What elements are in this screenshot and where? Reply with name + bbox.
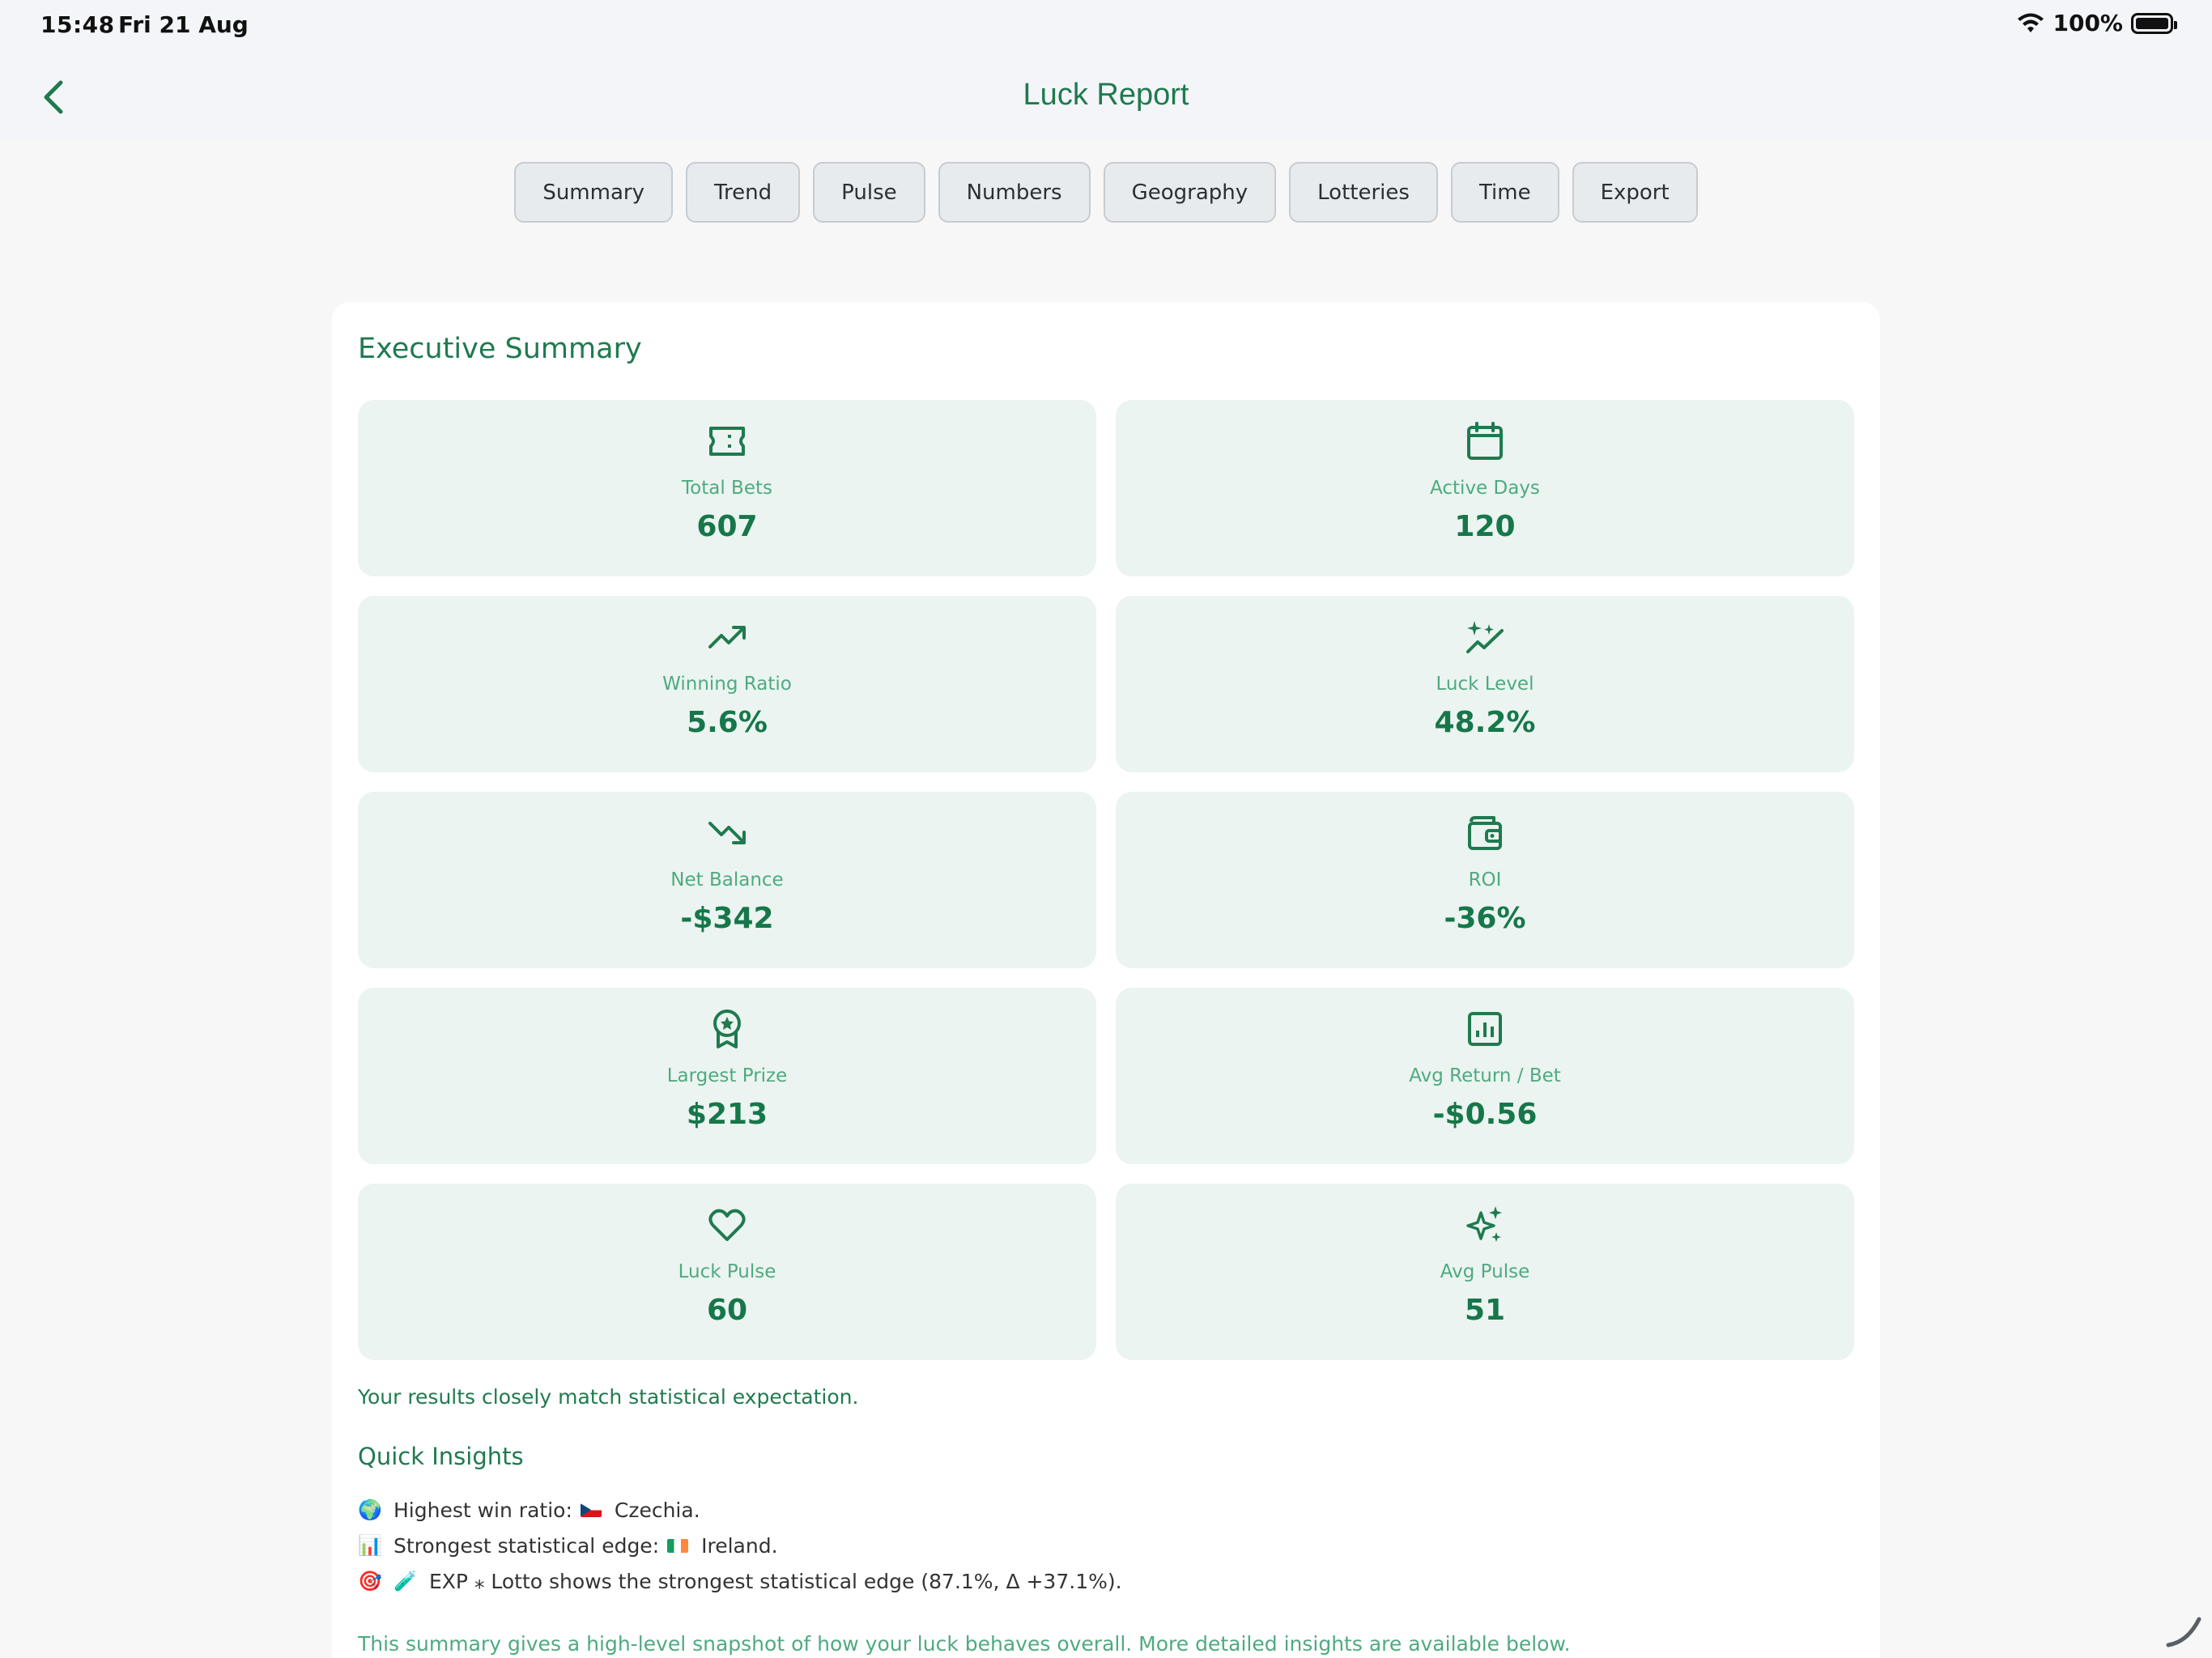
czech-flag-icon	[580, 1503, 602, 1517]
irish-flag-icon	[667, 1538, 689, 1553]
metric-value: -$342	[680, 902, 774, 935]
metric-label: Active Days	[1430, 478, 1540, 499]
metrics-grid: Total Bets 607 Active Days 120 Winning R…	[358, 400, 1854, 1360]
bar-chart-icon	[1465, 1009, 1505, 1049]
metric-label: Avg Return / Bet	[1409, 1065, 1561, 1086]
sparkles-icon	[1465, 1205, 1505, 1245]
metric-value: -36%	[1444, 902, 1526, 935]
status-time: 15:48	[40, 11, 115, 38]
sparkle-chart-icon	[1465, 617, 1505, 657]
metric-label: Largest Prize	[666, 1065, 788, 1086]
metric-value: 60	[706, 1294, 748, 1327]
metric-value: $213	[686, 1098, 768, 1131]
metric-label: Luck Pulse	[678, 1261, 776, 1282]
tab-lotteries[interactable]: Lotteries	[1289, 162, 1438, 223]
metric-value: 120	[1454, 510, 1516, 543]
metric-tile-net-balance: Net Balance -$342	[358, 792, 1096, 968]
battery-icon	[2131, 12, 2177, 34]
metric-value: 607	[696, 510, 758, 543]
metric-label: Luck Level	[1436, 674, 1534, 695]
award-icon	[707, 1009, 747, 1049]
executive-summary-card: Executive Summary Total Bets 607 Active …	[332, 302, 1880, 1658]
target-icon: 🎯	[358, 1570, 382, 1592]
metric-value: 51	[1464, 1294, 1506, 1327]
battery-percentage: 100%	[2052, 10, 2123, 36]
metric-tile-avg-pulse: Avg Pulse 51	[1116, 1184, 1854, 1360]
metric-value: -$0.56	[1432, 1098, 1538, 1131]
trend-up-icon	[707, 617, 747, 657]
insight-suffix: EXP ⁎ Lotto shows the strongest statisti…	[429, 1569, 1122, 1593]
insights-list: 🌍 Highest win ratio: Czechia. 📊 Stronges…	[358, 1492, 1122, 1599]
metric-tile-roi: ROI -36%	[1116, 792, 1854, 968]
metric-tile-luck-level: Luck Level 48.2%	[1116, 596, 1854, 772]
metric-tile-avg-return: Avg Return / Bet -$0.56	[1116, 988, 1854, 1164]
page-title: Luck Report	[1023, 78, 1189, 112]
tab-summary[interactable]: Summary	[514, 162, 673, 223]
metric-tile-active-days: Active Days 120	[1116, 400, 1854, 576]
trend-down-icon	[707, 813, 747, 853]
resize-handle-icon[interactable]	[2163, 1609, 2204, 1650]
status-indicators: 100%	[2017, 10, 2177, 36]
tab-numbers[interactable]: Numbers	[938, 162, 1091, 223]
insight-suffix: Ireland.	[701, 1533, 778, 1558]
insights-title: Quick Insights	[358, 1443, 524, 1470]
metric-tile-luck-pulse: Luck Pulse 60	[358, 1184, 1096, 1360]
insight-item: 🎯 🧪 EXP ⁎ Lotto shows the strongest stat…	[358, 1563, 1122, 1599]
insight-prefix: Highest win ratio:	[393, 1498, 572, 1522]
calendar-icon	[1465, 421, 1505, 461]
tab-time[interactable]: Time	[1450, 162, 1559, 223]
summary-note: Your results closely match statistical e…	[358, 1385, 859, 1409]
metric-label: Avg Pulse	[1440, 1261, 1530, 1282]
section-title: Executive Summary	[358, 333, 642, 365]
metric-value: 5.6%	[687, 706, 768, 739]
tab-geography[interactable]: Geography	[1103, 162, 1277, 223]
globe-icon: 🌍	[358, 1499, 382, 1521]
metric-value: 48.2%	[1434, 706, 1536, 739]
metric-label: Net Balance	[670, 869, 784, 891]
metric-tile-winning-ratio: Winning Ratio 5.6%	[358, 596, 1096, 772]
insight-item: 📊 Strongest statistical edge: Ireland.	[358, 1528, 1122, 1563]
metric-tile-largest-prize: Largest Prize $213	[358, 988, 1096, 1164]
summary-footnote: This summary gives a high-level snapshot…	[358, 1632, 1571, 1656]
status-date: Fri 21 Aug	[118, 11, 249, 38]
wifi-icon	[2018, 13, 2044, 32]
report-tabs: Summary Trend Pulse Numbers Geography Lo…	[0, 162, 2212, 223]
navigation-bar: Luck Report	[0, 52, 2212, 141]
ticket-icon	[707, 421, 747, 461]
insight-prefix: Strongest statistical edge:	[393, 1533, 660, 1558]
insight-item: 🌍 Highest win ratio: Czechia.	[358, 1492, 1122, 1528]
tab-trend[interactable]: Trend	[685, 162, 801, 223]
metric-label: Total Bets	[682, 478, 772, 499]
heart-icon	[707, 1205, 747, 1245]
metric-tile-total-bets: Total Bets 607	[358, 400, 1096, 576]
bar-chart-emoji-icon: 📊	[358, 1534, 382, 1557]
metric-label: Winning Ratio	[662, 674, 792, 695]
test-tube-icon: 🧪	[393, 1570, 418, 1592]
status-bar: 15:48 Fri 21 Aug 100%	[0, 0, 2212, 52]
tab-export[interactable]: Export	[1572, 162, 1698, 223]
insight-suffix: Czechia.	[614, 1498, 700, 1522]
wallet-icon	[1465, 813, 1505, 853]
metric-label: ROI	[1468, 869, 1502, 891]
tab-pulse[interactable]: Pulse	[813, 162, 925, 223]
